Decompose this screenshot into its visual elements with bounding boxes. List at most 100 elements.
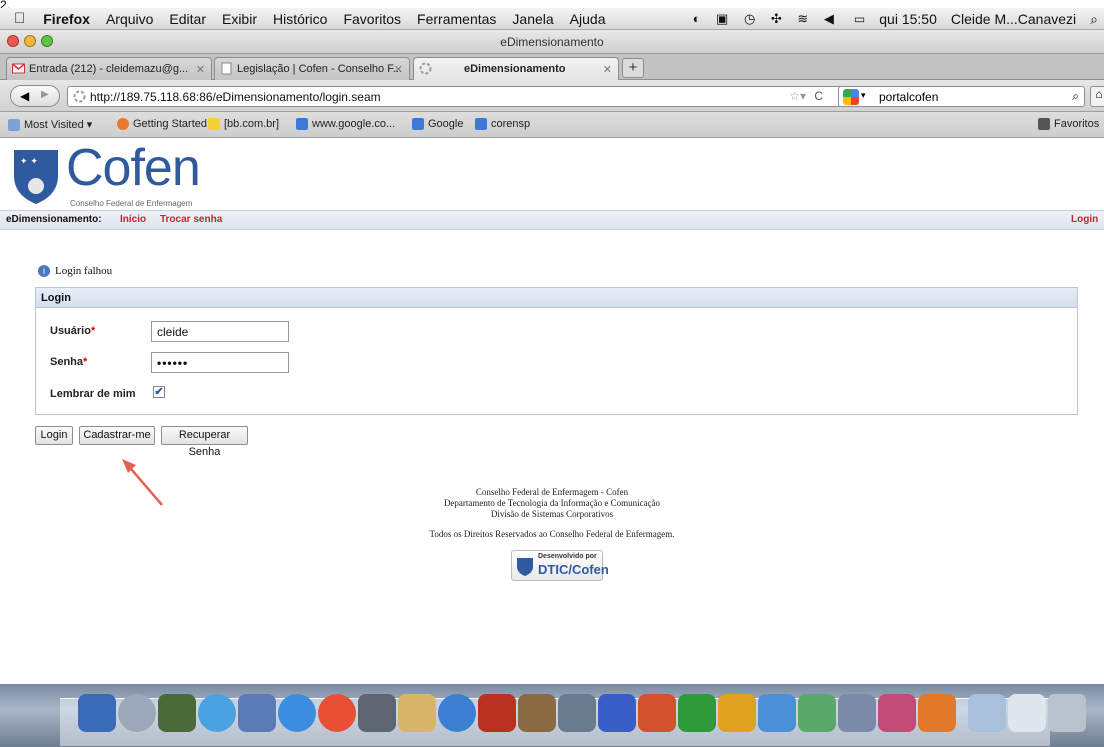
forward-arrow-icon[interactable]: ▶ bbox=[41, 89, 49, 100]
back-arrow-icon[interactable]: ◀ bbox=[20, 89, 29, 103]
footer-line: Divisão de Sistemas Corporativos bbox=[490, 509, 614, 519]
menu-historico[interactable]: Histórico bbox=[273, 11, 327, 27]
search-icon[interactable]: ⌕ bbox=[1072, 89, 1079, 104]
documents-folder-icon[interactable] bbox=[968, 694, 1006, 732]
loading-icon bbox=[419, 62, 432, 75]
url-text: http://189.75.118.68:86/eDimensionamento… bbox=[90, 90, 381, 104]
launchpad-icon[interactable] bbox=[118, 694, 156, 732]
facetime-icon[interactable] bbox=[358, 694, 396, 732]
back-forward-buttons[interactable]: ◀ ▶ bbox=[10, 85, 60, 107]
menu-ajuda[interactable]: Ajuda bbox=[570, 11, 606, 27]
utility-icon[interactable] bbox=[838, 694, 876, 732]
login-link[interactable]: Login bbox=[1071, 214, 1098, 225]
messenger-icon[interactable] bbox=[758, 694, 796, 732]
bookmark-star-icon[interactable]: ☆▾ bbox=[789, 89, 806, 103]
google-icon bbox=[412, 118, 424, 130]
excel-icon[interactable] bbox=[678, 694, 716, 732]
bookmark-google[interactable]: Google bbox=[412, 118, 463, 130]
new-tab-button[interactable]: + bbox=[622, 58, 644, 78]
status-icons[interactable]: ◐ ▣ ◷ ✣ ≋ ◀ bbox=[693, 11, 840, 27]
tab-gmail[interactable]: Entrada (212) - cleidemazu@g... ✕ bbox=[6, 57, 212, 80]
menu-janela[interactable]: Janela bbox=[512, 11, 553, 27]
page-content: ✦ ✦ Cofen Conselho Federal de Enfermagem… bbox=[0, 139, 1104, 684]
itunes-icon[interactable] bbox=[438, 694, 476, 732]
nav-inicio-link[interactable]: Início bbox=[120, 214, 146, 225]
safari-icon[interactable] bbox=[278, 694, 316, 732]
nav-trocar-senha-link[interactable]: Trocar senha bbox=[160, 214, 222, 225]
close-tab-icon[interactable]: ✕ bbox=[196, 63, 205, 76]
word-icon[interactable] bbox=[598, 694, 636, 732]
url-field[interactable]: http://189.75.118.68:86/eDimensionamento… bbox=[67, 86, 847, 107]
bookmark-getting-started[interactable]: Getting Started bbox=[117, 118, 207, 130]
bookmark-google-co[interactable]: www.google.co... bbox=[296, 118, 395, 130]
chrome-icon[interactable] bbox=[318, 694, 356, 732]
outlook-icon[interactable] bbox=[718, 694, 756, 732]
navigation-bar: ◀ ▶ http://189.75.118.68:86/eDimensionam… bbox=[0, 80, 1104, 112]
file-icon[interactable] bbox=[1008, 694, 1046, 732]
svg-text:✦ ✦: ✦ ✦ bbox=[20, 157, 38, 167]
spotlight-search-icon[interactable]: ⌕ bbox=[1090, 11, 1098, 28]
password-input[interactable]: •••••• bbox=[151, 352, 289, 373]
powerpoint-icon[interactable] bbox=[638, 694, 676, 732]
chevron-down-icon[interactable]: ▾ bbox=[861, 90, 866, 101]
google-icon bbox=[296, 118, 308, 130]
preview-icon[interactable] bbox=[238, 694, 276, 732]
bb-icon bbox=[208, 118, 220, 130]
image-capture-icon[interactable] bbox=[558, 694, 596, 732]
bookmark-favoritos[interactable]: Favoritos bbox=[1038, 118, 1099, 130]
user-name[interactable]: Cleide M...Canavezi bbox=[951, 11, 1076, 27]
page-icon bbox=[221, 62, 232, 75]
search-value: portalcofen bbox=[879, 90, 939, 104]
dashboard-icon[interactable] bbox=[158, 694, 196, 732]
bookmark-bb[interactable]: [bb.com.br] bbox=[208, 118, 279, 130]
cofen-shield-icon: ✦ ✦ bbox=[14, 150, 58, 204]
reload-icon[interactable]: C bbox=[814, 89, 823, 103]
gmail-icon bbox=[12, 63, 25, 74]
menu-exibir[interactable]: Exibir bbox=[222, 11, 257, 27]
search-field[interactable]: ▾ portalcofen ⌕ bbox=[838, 86, 1085, 107]
iphoto-icon[interactable] bbox=[518, 694, 556, 732]
username-input[interactable]: cleide bbox=[151, 321, 289, 342]
keynote-icon[interactable] bbox=[878, 694, 916, 732]
tab-label: Entrada (212) - cleidemazu@g... bbox=[29, 63, 189, 75]
login-button[interactable]: Login bbox=[35, 426, 73, 445]
firefox-icon bbox=[117, 118, 129, 130]
tab-label: Legislação | Cofen - Conselho F... bbox=[237, 63, 402, 75]
trash-icon[interactable] bbox=[1048, 694, 1086, 732]
recover-password-button[interactable]: Recuperar Senha bbox=[161, 426, 248, 458]
username-label: Usuário* bbox=[50, 325, 96, 337]
footer-line: Conselho Federal de Enfermagem - Cofen bbox=[475, 487, 629, 497]
menu-ferramentas[interactable]: Ferramentas bbox=[417, 11, 496, 27]
bookmark-most-visited[interactable]: Most Visited ▾ bbox=[8, 118, 92, 131]
finder-icon[interactable] bbox=[78, 694, 116, 732]
close-tab-icon[interactable]: ✕ bbox=[394, 63, 403, 76]
skype-icon[interactable] bbox=[798, 694, 836, 732]
app-label: eDimensionamento: bbox=[6, 214, 102, 225]
home-icon: ⌂ bbox=[1095, 87, 1103, 101]
menu-app-firefox[interactable]: Firefox bbox=[43, 11, 90, 27]
app-store-icon[interactable] bbox=[198, 694, 236, 732]
folder-icon bbox=[8, 118, 20, 131]
bookmark-corensp[interactable]: corensp bbox=[475, 118, 530, 130]
menu-favoritos[interactable]: Favoritos bbox=[343, 11, 401, 27]
battery-icon[interactable]: ▭ bbox=[854, 12, 865, 26]
password-label: Senha* bbox=[50, 356, 88, 368]
remember-me-checkbox[interactable]: ✔ bbox=[153, 386, 165, 398]
close-tab-icon[interactable]: ✕ bbox=[603, 63, 612, 76]
photo-booth-icon[interactable] bbox=[478, 694, 516, 732]
menu-arquivo[interactable]: Arquivo bbox=[106, 11, 153, 27]
home-button[interactable]: ⌂ bbox=[1090, 86, 1104, 107]
footer: Conselho Federal de Enfermagem - Cofen D… bbox=[0, 487, 1104, 540]
menu-editar[interactable]: Editar bbox=[169, 11, 206, 27]
firefox-dock-icon[interactable] bbox=[918, 694, 956, 732]
tab-legislacao[interactable]: Legislação | Cofen - Conselho F... ✕ bbox=[214, 57, 410, 80]
clock[interactable]: qui 15:50 bbox=[879, 11, 937, 27]
register-button[interactable]: Cadastrar-me bbox=[79, 426, 155, 445]
contacts-icon[interactable] bbox=[398, 694, 436, 732]
apple-icon[interactable]:  bbox=[14, 10, 25, 27]
tab-edimensionamento[interactable]: eDimensionamento ✕ bbox=[413, 57, 619, 80]
site-loading-icon bbox=[73, 90, 86, 103]
footer-rights: Todos os Direitos Reservados ao Conselho… bbox=[429, 529, 675, 539]
login-error-message: i Login falhou bbox=[38, 265, 112, 277]
google-icon[interactable] bbox=[843, 89, 859, 105]
